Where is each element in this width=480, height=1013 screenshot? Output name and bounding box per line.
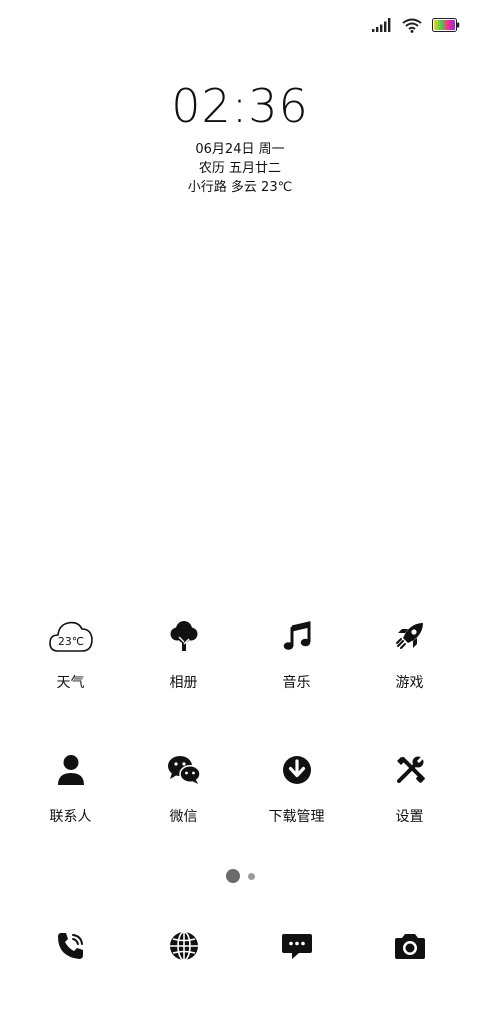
app-label-wechat: 微信 xyxy=(169,809,198,825)
music-note-icon xyxy=(273,612,321,660)
app-gallery[interactable]: 相册 xyxy=(127,612,240,692)
app-label-contacts: 联系人 xyxy=(49,809,92,825)
dock xyxy=(14,924,466,972)
app-label-weather: 天气 xyxy=(56,675,85,691)
camera-icon xyxy=(394,932,426,964)
app-music[interactable]: 音乐 xyxy=(240,612,353,692)
app-wechat[interactable]: 微信 xyxy=(127,746,240,826)
page-indicator[interactable] xyxy=(0,869,480,883)
dock-camera[interactable] xyxy=(353,924,466,972)
app-label-settings: 设置 xyxy=(395,809,424,825)
phone-icon xyxy=(55,930,87,966)
app-grid-row-1: 23℃ 天气 相册 音乐 游戏 xyxy=(14,612,466,692)
clock-time: 02:36 xyxy=(171,79,309,133)
message-icon xyxy=(281,931,313,965)
app-contacts[interactable]: 联系人 xyxy=(14,746,127,826)
clock-date: 06月24日 周一 xyxy=(195,142,285,157)
signal-bars-icon xyxy=(372,18,392,32)
tools-icon xyxy=(386,746,434,794)
app-label-games: 游戏 xyxy=(395,675,424,691)
person-icon xyxy=(47,746,95,794)
dock-browser[interactable] xyxy=(127,924,240,972)
battery-icon xyxy=(432,18,460,32)
wifi-icon xyxy=(402,18,422,33)
app-label-gallery: 相册 xyxy=(169,675,198,691)
app-settings[interactable]: 设置 xyxy=(353,746,466,826)
app-weather[interactable]: 23℃ 天气 xyxy=(14,612,127,692)
weather-icon-temp: 23℃ xyxy=(57,635,83,648)
app-grid-row-2: 联系人 微信 下载管理 设置 xyxy=(14,746,466,826)
app-label-downloads: 下载管理 xyxy=(268,809,325,825)
weather-cloud-icon: 23℃ xyxy=(47,612,95,660)
rocket-icon xyxy=(386,612,434,660)
home-screen: 02:36 06月24日 周一 农历 五月廿二 小行路 多云 23℃ 23℃ 天… xyxy=(0,0,480,1013)
download-icon xyxy=(273,746,321,794)
dock-phone[interactable] xyxy=(14,924,127,972)
dock-messages[interactable] xyxy=(240,924,353,972)
clock-lunar-date: 农历 五月廿二 xyxy=(198,161,282,176)
status-bar xyxy=(372,14,460,36)
app-games[interactable]: 游戏 xyxy=(353,612,466,692)
page-dot[interactable] xyxy=(247,872,255,880)
app-downloads[interactable]: 下载管理 xyxy=(240,746,353,826)
tree-icon xyxy=(160,612,208,660)
globe-icon xyxy=(168,930,200,966)
clock-weather: 小行路 多云 23℃ xyxy=(187,180,293,195)
wechat-icon xyxy=(160,746,208,794)
clock-widget[interactable]: 02:36 06月24日 周一 农历 五月廿二 小行路 多云 23℃ xyxy=(0,80,480,197)
page-dot-active[interactable] xyxy=(225,869,240,883)
app-label-music: 音乐 xyxy=(282,675,311,691)
